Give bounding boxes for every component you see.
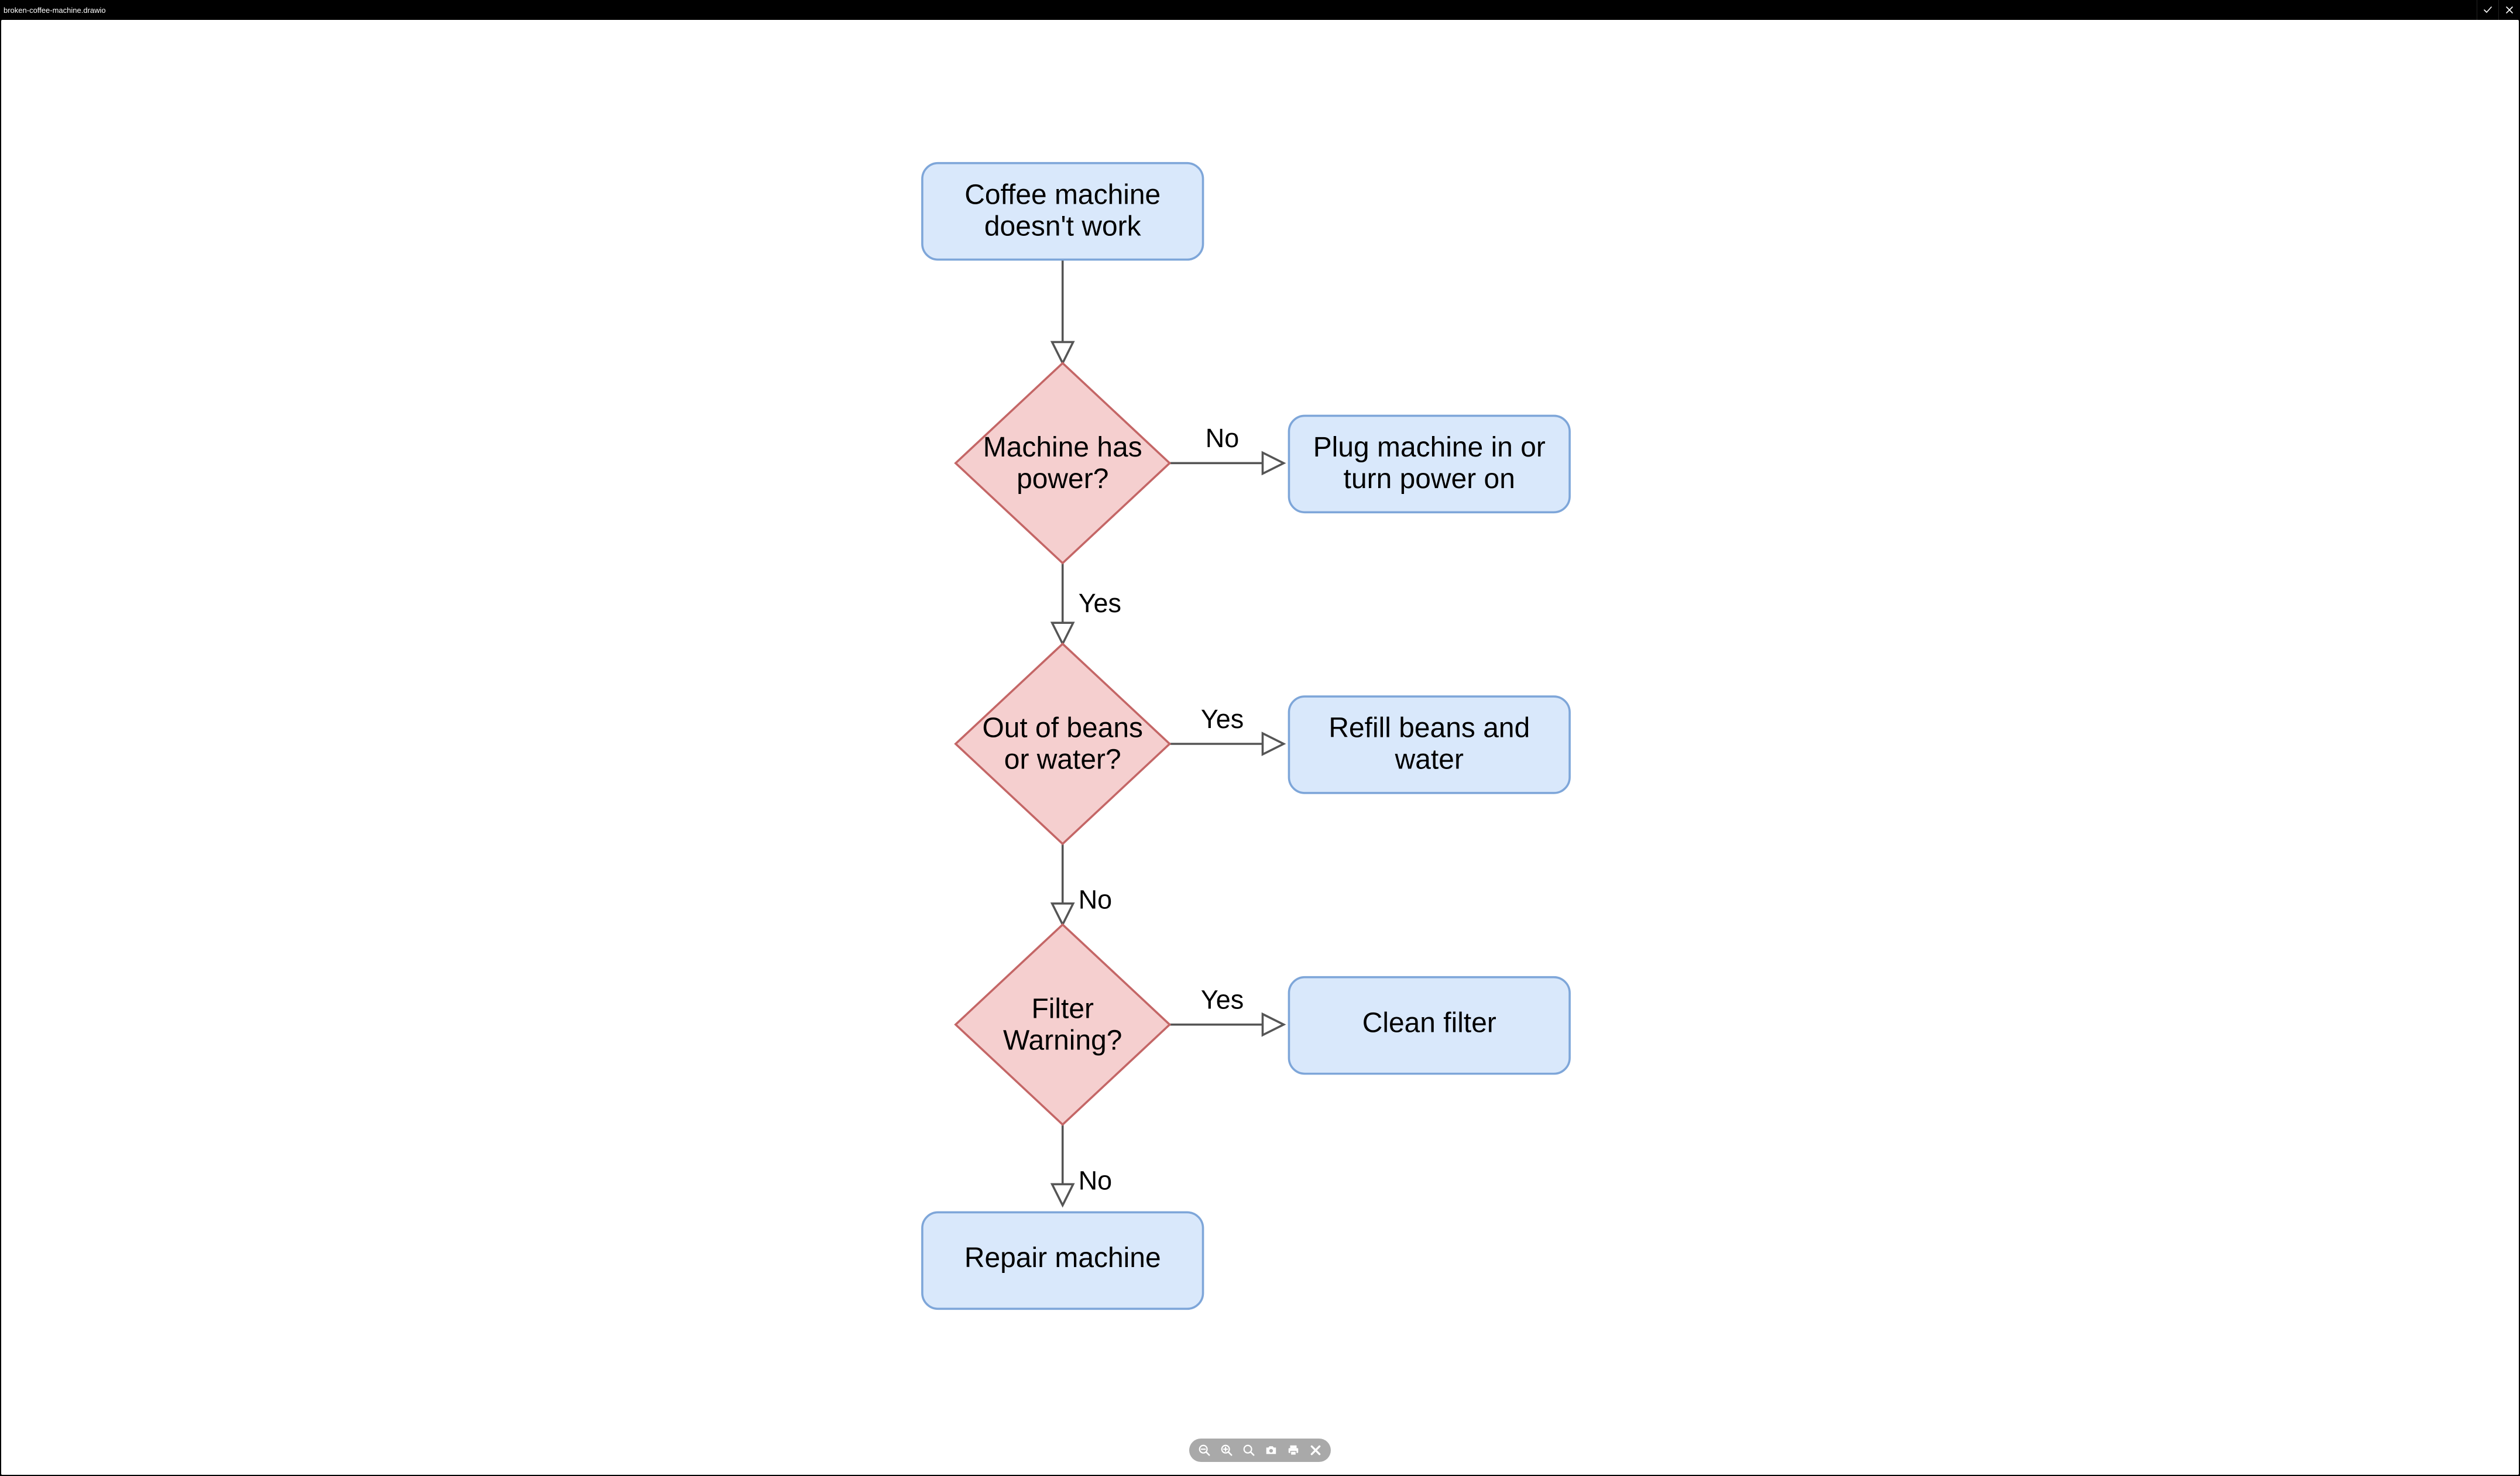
node-filter-text-l1: Filter [1031, 993, 1094, 1024]
node-start-text-l1: Coffee machine [964, 179, 1161, 210]
magnifier-icon [1242, 1444, 1255, 1457]
edge-label-beans-yes: Yes [1201, 704, 1244, 734]
titlebar-filename: broken-coffee-machine.drawio [0, 6, 2477, 15]
export-image-button[interactable] [1264, 1443, 1278, 1457]
viewer-toolbar [1189, 1439, 1331, 1462]
zoom-out-icon [1198, 1444, 1211, 1457]
arrowhead-icon [1262, 1014, 1283, 1035]
zoom-fit-button[interactable] [1242, 1443, 1256, 1457]
edge-label-filter-no: No [1079, 1165, 1112, 1195]
close-x-icon [1310, 1444, 1321, 1456]
node-plug-text-l1: Plug machine in or [1313, 432, 1546, 463]
print-icon [1287, 1444, 1300, 1457]
edge-label-filter-yes: Yes [1201, 985, 1244, 1015]
confirm-button[interactable] [2477, 0, 2498, 20]
close-window-button[interactable] [2498, 0, 2520, 20]
camera-icon [1265, 1444, 1278, 1457]
zoom-in-button[interactable] [1220, 1443, 1234, 1457]
node-refill-text-l2: water [1395, 744, 1464, 775]
titlebar: broken-coffee-machine.drawio [0, 0, 2520, 20]
node-clean-text: Clean filter [1362, 1007, 1496, 1038]
arrowhead-icon [1052, 342, 1073, 363]
arrowhead-icon [1262, 733, 1283, 754]
diagram-canvas[interactable]: No Yes Yes No Yes No Coffee machine does… [1, 20, 2519, 1475]
node-plug-text-l2: turn power on [1344, 464, 1515, 495]
arrowhead-icon [1052, 1184, 1073, 1205]
arrowhead-icon [1052, 623, 1073, 644]
node-filter-text-l2: Warning? [1003, 1025, 1122, 1056]
node-start-text-l2: doesn't work [984, 211, 1142, 242]
node-beans-text-l2: or water? [1004, 744, 1121, 775]
flowchart-svg: No Yes Yes No Yes No Coffee machine does… [1, 20, 2519, 1475]
node-power-text-l2: power? [1017, 464, 1108, 495]
node-beans-text-l1: Out of beans [982, 713, 1143, 744]
print-button[interactable] [1286, 1443, 1300, 1457]
zoom-out-button[interactable] [1197, 1443, 1211, 1457]
node-repair-text: Repair machine [964, 1242, 1161, 1274]
edge-label-power-no: No [1206, 423, 1239, 453]
edge-label-beans-no: No [1079, 885, 1112, 915]
close-viewer-button[interactable] [1309, 1443, 1323, 1457]
check-icon [2483, 5, 2492, 15]
arrowhead-icon [1052, 904, 1073, 925]
node-power-text-l1: Machine has [983, 432, 1142, 463]
node-refill-text-l1: Refill beans and [1328, 713, 1530, 744]
edge-label-power-yes: Yes [1079, 588, 1121, 618]
close-icon [2505, 6, 2514, 14]
arrowhead-icon [1262, 452, 1283, 473]
zoom-in-icon [1220, 1444, 1233, 1457]
